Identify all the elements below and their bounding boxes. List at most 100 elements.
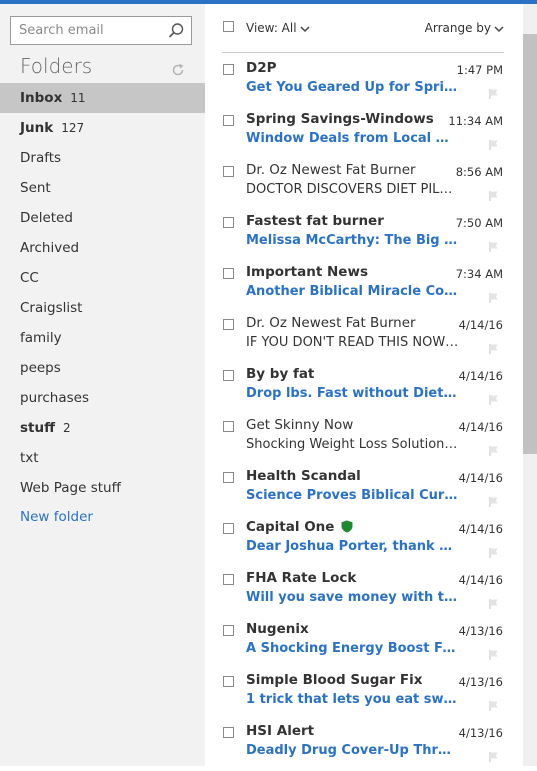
message-row[interactable]: Capital One 4/14/16 Dear Joshua Porter, … (205, 516, 523, 567)
message-row[interactable]: Fastest fat burner 7:50 AM Melissa McCar… (205, 210, 523, 261)
message-time: 4/13/16 (458, 726, 503, 740)
message-subject: 1 trick that lets you eat sweets w... (246, 692, 459, 707)
folder-item-txt[interactable]: txt (0, 443, 205, 473)
message-sender: Important News (246, 264, 368, 280)
message-checkbox[interactable] (223, 625, 234, 636)
flag-icon[interactable] (488, 544, 500, 558)
folder-label: peeps (20, 360, 61, 376)
folder-count: 2 (63, 421, 71, 435)
message-time: 4/14/16 (458, 573, 503, 587)
flag-icon[interactable] (488, 289, 500, 303)
flag-icon[interactable] (488, 595, 500, 609)
flag-icon[interactable] (488, 646, 500, 660)
message-sender: Spring Savings-Windows (246, 111, 434, 127)
message-checkbox[interactable] (223, 217, 234, 228)
folder-item-drafts[interactable]: Drafts (0, 143, 205, 173)
message-checkbox[interactable] (223, 319, 234, 330)
message-time: 4/14/16 (458, 420, 503, 434)
message-checkbox[interactable] (223, 370, 234, 381)
message-checkbox[interactable] (223, 727, 234, 738)
folder-item-archived[interactable]: Archived (0, 233, 205, 263)
refresh-icon[interactable] (171, 62, 185, 76)
message-time: 4/13/16 (458, 675, 503, 689)
scrollbar[interactable] (523, 4, 537, 766)
message-time: 7:34 AM (455, 267, 503, 281)
flag-icon[interactable] (488, 442, 500, 456)
search-input[interactable] (19, 17, 167, 44)
flag-icon[interactable] (488, 85, 500, 99)
select-all-checkbox[interactable] (223, 21, 234, 32)
folder-item-cc[interactable]: CC (0, 263, 205, 293)
message-row[interactable]: Get Skinny Now 4/14/16 Shocking Weight L… (205, 414, 523, 465)
message-checkbox[interactable] (223, 676, 234, 687)
message-row[interactable]: Nugenix 4/13/16 A Shocking Energy Boost … (205, 618, 523, 669)
flag-icon[interactable] (488, 187, 500, 201)
flag-icon[interactable] (488, 391, 500, 405)
folder-label: Web Page stuff (20, 480, 121, 496)
folder-item-craigslist[interactable]: Craigslist (0, 293, 205, 323)
message-checkbox[interactable] (223, 523, 234, 534)
folder-label: Sent (20, 180, 51, 196)
message-subject: DOCTOR DISCOVERS DIET PILL B... (246, 182, 459, 197)
folder-item-purchases[interactable]: purchases (0, 383, 205, 413)
message-row[interactable]: HSI Alert 4/13/16 Deadly Drug Cover-Up T… (205, 720, 523, 771)
message-row[interactable]: Health Scandal 4/14/16 Science Proves Bi… (205, 465, 523, 516)
folder-item-family[interactable]: family (0, 323, 205, 353)
message-row[interactable]: Dr. Oz Newest Fat Burner 8:56 AM DOCTOR … (205, 159, 523, 210)
message-sender: HSI Alert (246, 723, 315, 739)
message-row[interactable]: By by fat 4/14/16 Drop lbs. Fast without… (205, 363, 523, 414)
flag-icon[interactable] (488, 748, 500, 762)
folder-item-inbox[interactable]: Inbox 11 (0, 83, 205, 113)
folder-label: txt (20, 450, 39, 466)
folder-item-stuff[interactable]: stuff 2 (0, 413, 205, 443)
flag-icon[interactable] (488, 340, 500, 354)
flag-icon[interactable] (488, 493, 500, 507)
message-sender: Dr. Oz Newest Fat Burner (246, 315, 416, 331)
message-time: 4/14/16 (458, 471, 503, 485)
message-row[interactable]: Important News 7:34 AM Another Biblical … (205, 261, 523, 312)
folder-item-web-page-stuff[interactable]: Web Page stuff (0, 473, 205, 503)
arrange-by-dropdown[interactable]: Arrange by (425, 21, 504, 36)
message-checkbox[interactable] (223, 115, 234, 126)
message-subject: Get You Geared Up for Spring p... (246, 80, 459, 95)
message-checkbox[interactable] (223, 421, 234, 432)
scrollbar-thumb[interactable] (523, 34, 537, 454)
message-checkbox[interactable] (223, 64, 234, 75)
search-box (10, 16, 192, 45)
folder-item-deleted[interactable]: Deleted (0, 203, 205, 233)
message-checkbox[interactable] (223, 268, 234, 279)
verified-shield-icon (341, 520, 353, 537)
folder-label: Craigslist (20, 300, 83, 316)
message-checkbox[interactable] (223, 472, 234, 483)
folder-label: purchases (20, 390, 90, 406)
message-row[interactable]: Dr. Oz Newest Fat Burner 4/14/16 IF YOU … (205, 312, 523, 363)
message-time: 4/14/16 (458, 318, 503, 332)
new-folder-link[interactable]: New folder (0, 502, 205, 532)
message-sender: FHA Rate Lock (246, 570, 357, 586)
view-filter-dropdown[interactable]: View: All (246, 21, 310, 36)
message-row[interactable]: Simple Blood Sugar Fix 4/13/16 1 trick t… (205, 669, 523, 720)
folder-item-sent[interactable]: Sent (0, 173, 205, 203)
message-time: 7:50 AM (455, 216, 503, 230)
folder-label: family (20, 330, 62, 346)
message-checkbox[interactable] (223, 574, 234, 585)
flag-icon[interactable] (488, 238, 500, 252)
search-icon[interactable] (167, 22, 185, 40)
flag-icon[interactable] (488, 697, 500, 711)
message-row[interactable]: Spring Savings-Windows 11:34 AM Window D… (205, 108, 523, 159)
message-sender: Get Skinny Now (246, 417, 354, 433)
folder-count: 127 (61, 121, 85, 135)
message-time: 1:47 PM (456, 63, 503, 77)
message-time: 4/14/16 (458, 369, 503, 383)
flag-icon[interactable] (488, 136, 500, 150)
folder-item-peeps[interactable]: peeps (0, 353, 205, 383)
folder-item-junk[interactable]: Junk 127 (0, 113, 205, 143)
message-subject: Deadly Drug Cover-Up Threaten... (246, 743, 459, 758)
message-checkbox[interactable] (223, 166, 234, 177)
message-sender: Capital One (246, 519, 446, 537)
message-subject: Another Biblical Miracle Confir... (246, 284, 459, 299)
message-row[interactable]: FHA Rate Lock 4/14/16 Will you save mone… (205, 567, 523, 618)
message-row[interactable]: D2P 1:47 PM Get You Geared Up for Spring… (205, 57, 523, 108)
message-subject: Shocking Weight Loss Solution t... (246, 437, 459, 452)
message-time: 4/13/16 (458, 624, 503, 638)
